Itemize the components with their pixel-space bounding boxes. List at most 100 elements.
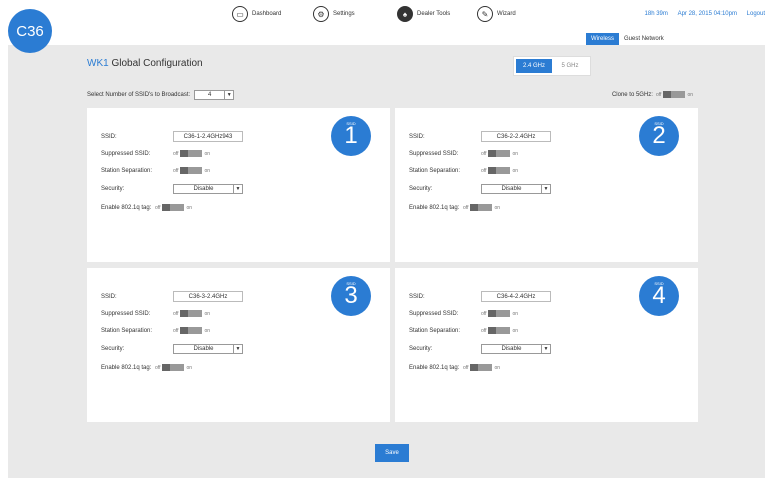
badge-caption: SSID <box>654 121 664 126</box>
suppressed-toggle[interactable]: off on <box>173 310 210 317</box>
toggle-track <box>470 204 493 211</box>
logo: C36 <box>8 9 52 53</box>
ssid-row: SSID: C36-4-2.4GHz <box>409 291 551 302</box>
datetime: Apr 28, 2015 04:10pm <box>677 11 737 17</box>
ssid-count-select[interactable]: 4 ▼ <box>194 90 235 100</box>
suppressed-row: Suppressed SSID: off on <box>409 310 518 317</box>
separation-toggle[interactable]: off on <box>481 167 518 174</box>
chevron-down-icon: ▼ <box>233 185 242 193</box>
nav-dealer-tools-label: Dealer Tools <box>417 11 451 17</box>
nav-dealer-tools[interactable]: ♠ Dealer Tools <box>397 6 450 22</box>
ssid-label: SSID: <box>409 133 425 140</box>
security-select[interactable]: Disable ▼ <box>481 344 551 354</box>
toggle-off-label: off <box>173 310 179 317</box>
vlan-label: Enable 802.1q tag: <box>409 364 460 371</box>
tab-guest-network[interactable]: Guest Network <box>619 33 669 45</box>
security-value: Disable <box>501 346 522 352</box>
toggle-on-label: on <box>204 327 211 334</box>
ssid-card-3: SSID 3 SSID: C36-3-2.4GHz Suppressed SSID:… <box>87 268 390 422</box>
page-title-accent: WK1 <box>87 58 109 69</box>
separation-toggle[interactable]: off on <box>481 327 518 334</box>
toggle-track <box>470 364 493 371</box>
toggle-on-label: on <box>512 310 519 317</box>
vlan-label: Enable 802.1q tag: <box>101 204 152 211</box>
nav-dashboard-label: Dashboard <box>252 11 282 17</box>
chevron-down-icon: ▼ <box>233 345 242 353</box>
suppressed-label: Suppressed SSID: <box>409 150 459 157</box>
toggle-track <box>488 310 511 317</box>
suppressed-label: Suppressed SSID: <box>101 310 151 317</box>
ssid-input[interactable]: C36-2-2.4GHz <box>481 131 551 142</box>
separation-row: Station Separation: off on <box>101 167 210 174</box>
security-select[interactable]: Disable ▼ <box>481 184 551 194</box>
toggle-off-label: off <box>173 150 179 157</box>
toggle-on-label: on <box>204 310 211 317</box>
page-title-text: Global Configuration <box>111 58 203 69</box>
toggle-track <box>180 310 203 317</box>
ssid-card-4: SSID 4 SSID: C36-4-2.4GHz Suppressed SSID:… <box>395 268 698 422</box>
dashboard-icon: ▭ <box>232 6 248 22</box>
suppressed-toggle[interactable]: off on <box>173 150 210 157</box>
separation-row: Station Separation: off on <box>101 327 210 334</box>
toggle-knob <box>180 150 189 157</box>
separation-row: Station Separation: off on <box>409 327 518 334</box>
toggle-off-label: off <box>155 204 161 211</box>
clone-toggle[interactable]: off on <box>656 91 693 98</box>
badge-number: 1 <box>344 122 358 149</box>
ssid-input[interactable]: C36-3-2.4GHz <box>173 291 243 302</box>
toggle-knob <box>180 310 189 317</box>
separation-toggle[interactable]: off on <box>173 327 210 334</box>
ssid-number-badge: SSID 4 <box>639 276 679 316</box>
nav-wizard[interactable]: ✎ Wizard <box>477 6 516 22</box>
nav-dashboard[interactable]: ▭ Dashboard <box>232 6 281 22</box>
security-label: Security: <box>409 346 433 352</box>
toggle-off-label: off <box>655 91 662 98</box>
separation-label: Station Separation: <box>409 167 461 174</box>
ssid-number-badge: SSID 3 <box>331 276 371 316</box>
ssid-card-1: SSID 1 SSID: C36-1-2.4GHz943 Suppressed SS… <box>87 108 390 262</box>
toggle-track <box>180 167 203 174</box>
security-value: Disable <box>501 186 522 192</box>
separation-toggle[interactable]: off on <box>173 167 210 174</box>
nav-settings[interactable]: ⚙ Settings <box>313 6 355 22</box>
toggle-track <box>488 150 511 157</box>
separation-row: Station Separation: off on <box>409 167 518 174</box>
band-tab-24ghz[interactable]: 2.4 GHz <box>516 59 552 73</box>
tab-wireless[interactable]: Wireless <box>586 33 620 45</box>
toggle-knob <box>162 364 171 371</box>
suppressed-toggle[interactable]: off on <box>481 310 518 317</box>
vlan-toggle[interactable]: off on <box>155 364 192 371</box>
ssid-input[interactable]: C36-4-2.4GHz <box>481 291 551 302</box>
wizard-icon: ✎ <box>477 6 493 22</box>
suppressed-toggle[interactable]: off on <box>481 150 518 157</box>
vlan-row: Enable 802.1q tag: off on <box>409 204 500 211</box>
security-label: Security: <box>409 186 433 192</box>
vlan-row: Enable 802.1q tag: off on <box>409 364 500 371</box>
toggle-knob <box>488 327 497 334</box>
vlan-toggle[interactable]: off on <box>463 364 500 371</box>
toggle-track <box>162 204 185 211</box>
security-select[interactable]: Disable ▼ <box>173 344 243 354</box>
vlan-toggle[interactable]: off on <box>463 204 500 211</box>
toggle-on-label: on <box>494 204 501 211</box>
suppressed-row: Suppressed SSID: off on <box>101 150 210 157</box>
band-tab-5ghz[interactable]: 5 GHz <box>552 59 588 73</box>
ssid-row: SSID: C36-2-2.4GHz <box>409 131 551 142</box>
security-value: Disable <box>193 346 214 352</box>
chevron-down-icon: ▼ <box>541 185 550 193</box>
ssid-input[interactable]: C36-1-2.4GHz943 <box>173 131 243 142</box>
sub-nav: Wireless Guest Network <box>586 33 669 45</box>
suppressed-label: Suppressed SSID: <box>409 310 459 317</box>
security-row: Security: Disable ▼ <box>409 184 551 194</box>
security-select[interactable]: Disable ▼ <box>173 184 243 194</box>
ssid-count: Select Number of SSID's to Broadcast: 4 … <box>87 90 235 100</box>
badge-number: 4 <box>652 282 666 309</box>
toggle-off-label: off <box>155 364 161 371</box>
toggle-on-label: on <box>204 167 211 174</box>
badge-caption: SSID <box>346 281 356 286</box>
toggle-off-label: off <box>481 167 487 174</box>
save-button[interactable]: Save <box>375 444 409 462</box>
toggle-track <box>180 327 203 334</box>
vlan-toggle[interactable]: off on <box>155 204 192 211</box>
logout-link[interactable]: Logout <box>747 11 765 17</box>
